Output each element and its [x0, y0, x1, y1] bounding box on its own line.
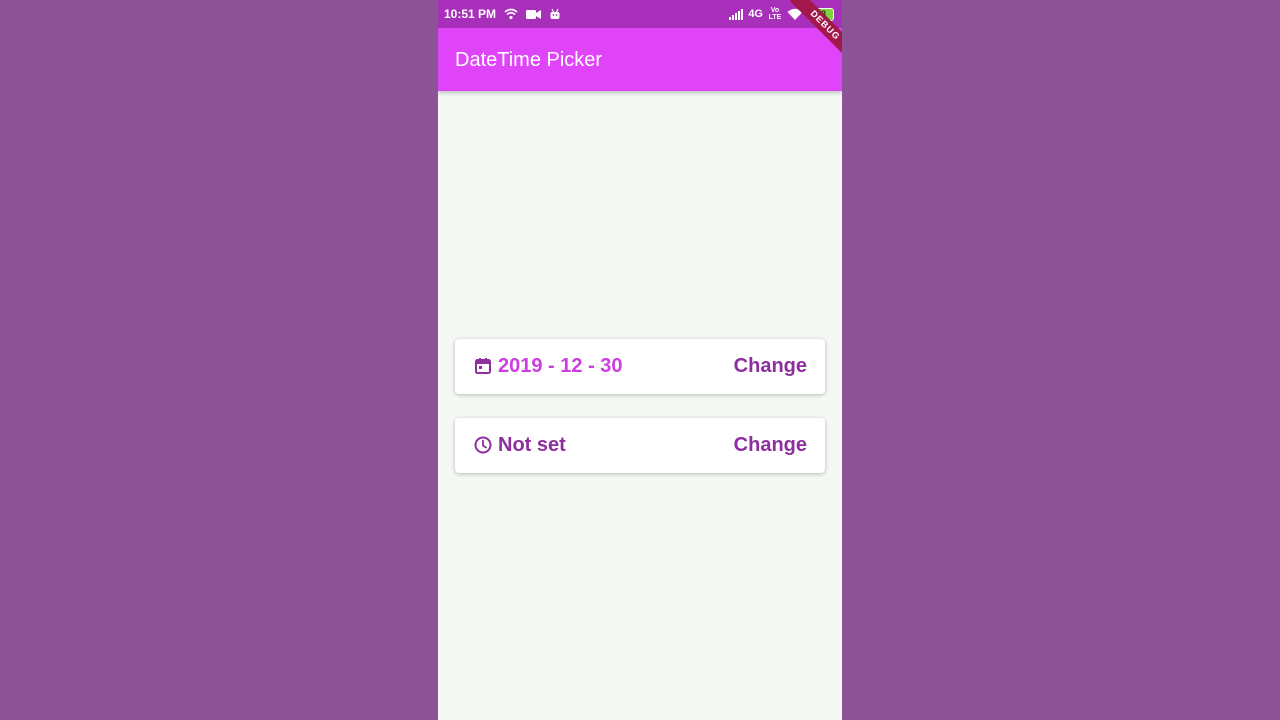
- change-time-button[interactable]: Change: [734, 433, 807, 457]
- wifi-calling-icon: [504, 8, 518, 20]
- time-display: Not set: [474, 433, 566, 457]
- volte-indicator: Vo LTE: [768, 7, 782, 21]
- app-bar: DateTime Picker: [438, 28, 842, 91]
- status-time: 10:51 PM: [444, 7, 497, 21]
- calendar-icon: [474, 357, 492, 375]
- selected-date-value: 2019 - 12 - 30: [498, 355, 623, 377]
- video-camera-icon: [526, 9, 542, 20]
- date-card: 2019 - 12 - 30 Change: [455, 339, 825, 394]
- status-bar: 10:51 PM 4G Vo LTE: [438, 0, 842, 28]
- android-icon: [549, 8, 561, 20]
- time-card: Not set Change: [455, 418, 825, 473]
- status-bar-left: 10:51 PM: [444, 7, 561, 21]
- phone-screen: 10:51 PM 4G Vo LTE DateTime Picker DEBUG…: [438, 0, 842, 720]
- date-display: 2019 - 12 - 30: [474, 354, 623, 378]
- selected-time-value: Not set: [498, 434, 566, 456]
- app-title: DateTime Picker: [455, 49, 603, 71]
- signal-icon: [729, 8, 744, 20]
- clock-icon: [474, 436, 492, 454]
- change-date-button[interactable]: Change: [734, 354, 807, 378]
- network-type: 4G: [748, 8, 763, 20]
